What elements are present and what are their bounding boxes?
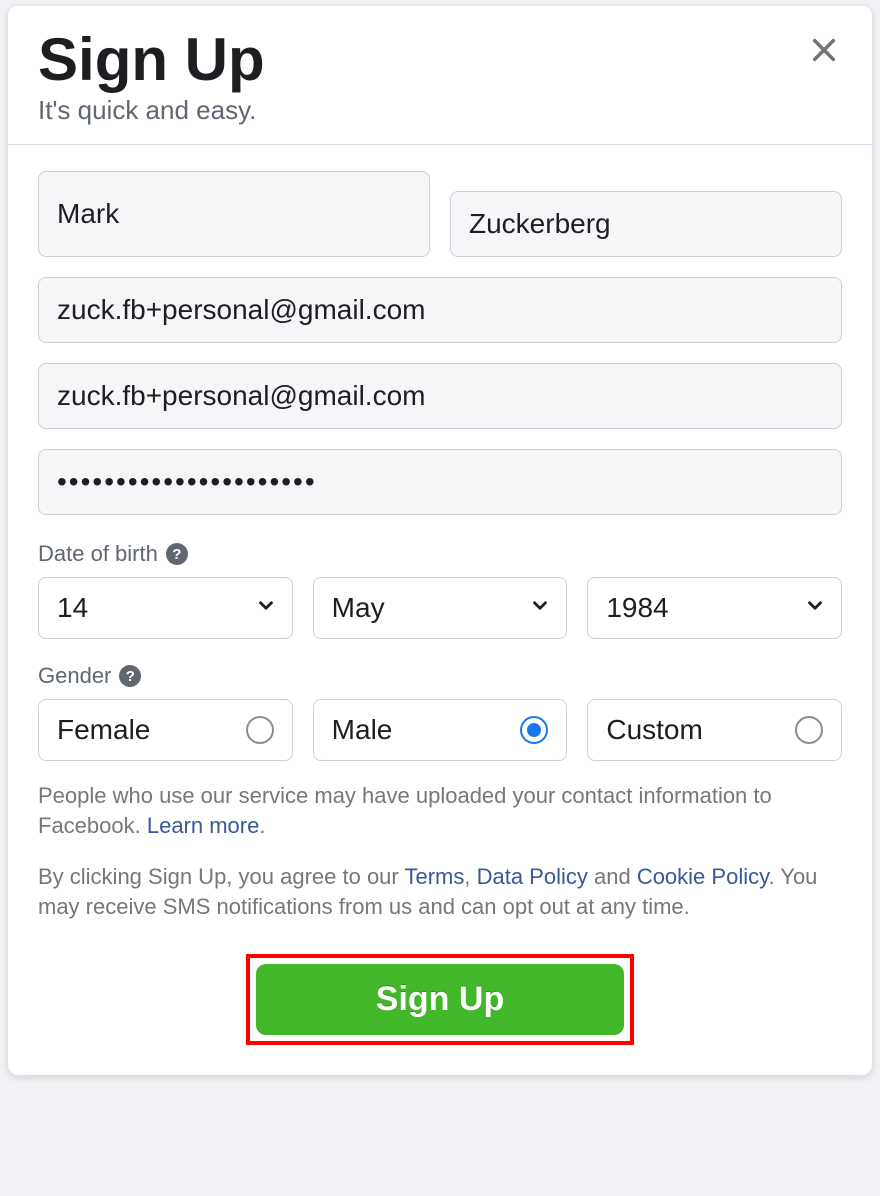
dob-year-select[interactable]: 1984 — [587, 577, 842, 639]
help-icon[interactable]: ? — [166, 543, 188, 565]
gender-option-label: Custom — [606, 714, 702, 746]
gender-label-row: Gender ? — [38, 663, 842, 689]
terms-disclaimer: By clicking Sign Up, you agree to our Te… — [38, 862, 842, 921]
data-policy-link[interactable]: Data Policy — [477, 864, 588, 889]
dob-day-select[interactable]: 14 — [38, 577, 293, 639]
modal-body: Date of birth ? 14 May 1984 — [8, 145, 872, 1075]
signup-modal: Sign Up It's quick and easy. Date of bir… — [8, 6, 872, 1075]
modal-header: Sign Up It's quick and easy. — [8, 6, 872, 145]
surname-input[interactable] — [450, 191, 842, 257]
gender-option-female[interactable]: Female — [38, 699, 293, 761]
modal-title: Sign Up — [38, 28, 842, 91]
help-icon[interactable]: ? — [119, 665, 141, 687]
email-input[interactable] — [38, 277, 842, 343]
radio-icon — [795, 716, 823, 744]
gender-option-custom[interactable]: Custom — [587, 699, 842, 761]
gender-label: Gender — [38, 663, 111, 689]
dob-label-row: Date of birth ? — [38, 541, 842, 567]
terms-link[interactable]: Terms — [404, 864, 464, 889]
gender-section: Gender ? Female Male Custom — [38, 663, 842, 761]
gender-option-label: Male — [332, 714, 393, 746]
signup-button[interactable]: Sign Up — [256, 964, 624, 1035]
dob-month-select[interactable]: May — [313, 577, 568, 639]
radio-icon — [520, 716, 548, 744]
gender-option-male[interactable]: Male — [313, 699, 568, 761]
modal-subtitle: It's quick and easy. — [38, 95, 842, 126]
submit-wrap: Sign Up — [38, 954, 842, 1045]
learn-more-link[interactable]: Learn more — [147, 813, 260, 838]
close-button[interactable] — [804, 32, 844, 72]
submit-highlight: Sign Up — [246, 954, 634, 1045]
email-confirm-input[interactable] — [38, 363, 842, 429]
close-icon — [810, 36, 838, 69]
dob-label: Date of birth — [38, 541, 158, 567]
password-input[interactable] — [38, 449, 842, 515]
dob-section: Date of birth ? 14 May 1984 — [38, 541, 842, 639]
cookie-policy-link[interactable]: Cookie Policy — [637, 864, 769, 889]
gender-option-label: Female — [57, 714, 150, 746]
radio-icon — [246, 716, 274, 744]
contact-disclaimer: People who use our service may have uplo… — [38, 781, 842, 840]
first-name-input[interactable] — [38, 171, 430, 257]
